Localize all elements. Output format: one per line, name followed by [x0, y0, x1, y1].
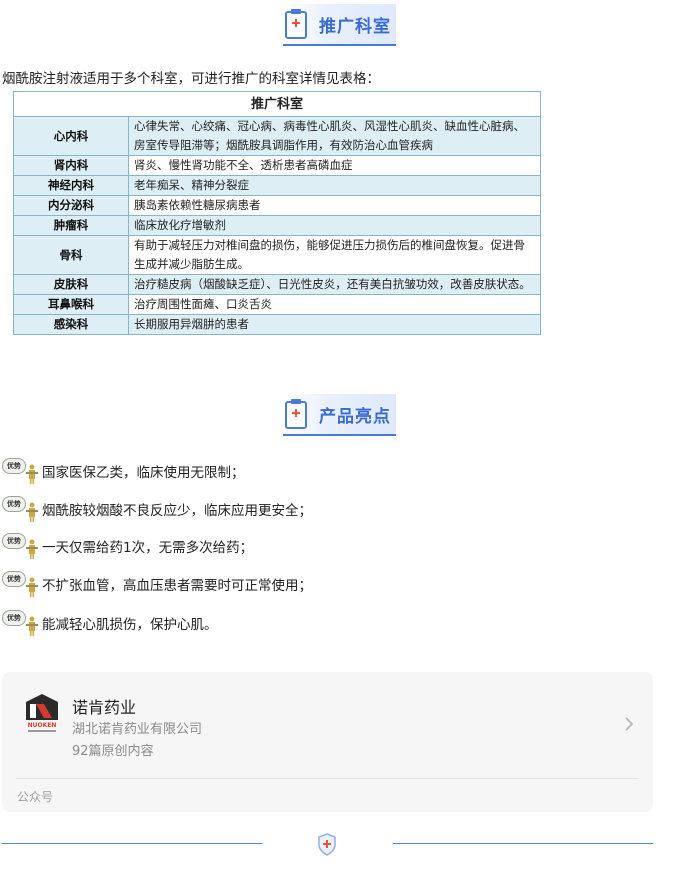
chevron-right-icon[interactable] [622, 714, 636, 734]
table-row: 肿瘤科 临床放化疗增敏剂 [13, 215, 541, 236]
account-post-count: 92篇原创内容 [72, 744, 154, 759]
highlight-text: 能减轻心肌损伤，保护心肌。 [42, 617, 218, 633]
medical-badge-icon [285, 9, 307, 39]
department-description: 临床放化疗增敏剂 [128, 215, 541, 236]
highlight-text: 不扩张血管，高血压患者需要时可正常使用； [42, 578, 312, 594]
department-table: 推广科室 心内科 心律失常、心绞痛、冠心病、病毒性心肌炎、风湿性心肌炎、缺血性心… [13, 91, 541, 335]
department-name: 肾内科 [13, 155, 129, 176]
section-title: 产品亮点 [319, 406, 391, 427]
department-description: 老年痴呆、精神分裂症 [128, 175, 541, 196]
account-type-label: 公众号 [17, 790, 54, 804]
list-item: 优势 国家医保乙类，临床使用无限制； [2, 455, 245, 487]
table-row: 皮肤科 治疗糙皮病（烟酸缺乏症）、日光性皮炎，还有美白抗皱功效，改善皮肤状态。 [13, 274, 541, 295]
table-row: 骨科 有助于减轻压力对椎间盘的损伤，能够促进压力损伤后的椎间盘恢复。促进骨生成并… [13, 235, 541, 275]
department-name: 神经内科 [13, 175, 129, 196]
list-item: 优势 一天仅需给药1次，无需多次给药； [2, 530, 253, 562]
table-row: 感染科 长期服用异烟肼的患者 [13, 314, 541, 335]
department-description: 有助于减轻压力对椎间盘的损伤，能够促进压力损伤后的椎间盘恢复。促进骨生成并减少脂… [128, 235, 541, 275]
department-name: 内分泌科 [13, 195, 129, 216]
svg-text:NUOKEN: NUOKEN [28, 722, 57, 729]
table-row: 肾内科 肾炎、慢性肾功能不全、透析患者高磷血症 [13, 155, 541, 176]
table-row: 耳鼻喉科 治疗周围性面瘫、口炎舌炎 [13, 294, 541, 315]
footer-divider-right [393, 843, 653, 844]
footer-divider-left [2, 843, 262, 844]
department-name: 感染科 [13, 314, 129, 335]
table-row: 心内科 心律失常、心绞痛、冠心病、病毒性心肌炎、风湿性心肌炎、缺血性心脏病、房室… [13, 116, 541, 156]
department-name: 耳鼻喉科 [13, 294, 129, 315]
list-item: 优势 能减轻心肌损伤，保护心肌。 [2, 607, 218, 639]
advantage-badge-icon: 优势 [2, 531, 42, 561]
account-name: 诺肯药业 [72, 698, 137, 717]
medical-badge-icon [285, 399, 307, 429]
account-card[interactable]: NUOKEN 诺肯药业 湖北诺肯药业有限公司 92篇原创内容 公众号 [2, 672, 653, 812]
department-name: 心内科 [13, 116, 129, 156]
highlight-text: 国家医保乙类，临床使用无限制； [42, 465, 245, 481]
highlight-text: 烟酰胺较烟酸不良反应少，临床应用更安全； [42, 503, 312, 519]
divider [16, 778, 639, 779]
department-description: 长期服用异烟肼的患者 [128, 314, 541, 335]
department-description: 治疗糙皮病（烟酸缺乏症）、日光性皮炎，还有美白抗皱功效，改善皮肤状态。 [128, 274, 541, 295]
advantage-badge-icon: 优势 [2, 608, 42, 638]
department-description: 肾炎、慢性肾功能不全、透析患者高磷血症 [128, 155, 541, 176]
intro-text: 烟酰胺注射液适用于多个科室，可进行推广的科室详情见表格： [2, 71, 380, 87]
advantage-badge-icon: 优势 [2, 494, 42, 524]
section-title: 推广科室 [319, 16, 391, 37]
shield-cross-icon [318, 833, 336, 856]
table-header: 推广科室 [13, 91, 541, 117]
department-description: 胰岛素依赖性糖尿病患者 [128, 195, 541, 216]
account-company: 湖北诺肯药业有限公司 [72, 722, 203, 737]
section-header-departments: 推广科室 [283, 4, 396, 46]
table-row: 神经内科 老年痴呆、精神分裂症 [13, 175, 541, 196]
section-header-highlights: 产品亮点 [283, 394, 396, 436]
department-name: 肿瘤科 [13, 215, 129, 236]
list-item: 优势 烟酰胺较烟酸不良反应少，临床应用更安全； [2, 493, 312, 525]
company-logo: NUOKEN [26, 694, 58, 732]
department-name: 皮肤科 [13, 274, 129, 295]
highlight-text: 一天仅需给药1次，无需多次给药； [42, 540, 254, 556]
department-name: 骨科 [13, 235, 129, 275]
list-item: 优势 不扩张血管，高血压患者需要时可正常使用； [2, 568, 312, 600]
table-row: 内分泌科 胰岛素依赖性糖尿病患者 [13, 195, 541, 216]
department-description: 治疗周围性面瘫、口炎舌炎 [128, 294, 541, 315]
department-description: 心律失常、心绞痛、冠心病、病毒性心肌炎、风湿性心肌炎、缺血性心脏病、房室传导阻滞… [128, 116, 541, 156]
advantage-badge-icon: 优势 [2, 569, 42, 599]
advantage-badge-icon: 优势 [2, 456, 42, 486]
